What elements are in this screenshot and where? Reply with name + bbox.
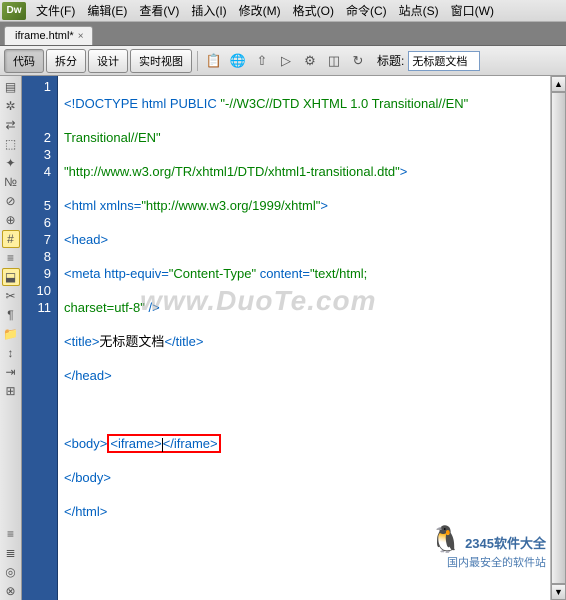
word-wrap-icon[interactable]: # xyxy=(2,230,20,248)
menu-bar: Dw 文件(F) 编辑(E) 查看(V) 插入(I) 修改(M) 格式(O) 命… xyxy=(0,0,566,22)
indent-icon[interactable]: ⇥ xyxy=(2,363,20,381)
design-view-button[interactable]: 设计 xyxy=(88,49,128,73)
menu-modify[interactable]: 修改(M) xyxy=(233,0,287,21)
line-number: 1 xyxy=(22,78,51,95)
file-manage-icon[interactable]: 📋 xyxy=(203,50,225,72)
upload-icon[interactable]: ⇧ xyxy=(251,50,273,72)
line-gutter: 1 2 3 4 5 6 7 8 9 10 11 xyxy=(22,76,58,600)
recent-snippets-icon[interactable]: 📁 xyxy=(2,325,20,343)
menu-file[interactable]: 文件(F) xyxy=(30,0,81,21)
line-number: 10 xyxy=(22,282,51,299)
check-icon[interactable]: ▷ xyxy=(275,50,297,72)
app-logo: Dw xyxy=(2,2,26,20)
menu-window[interactable]: 窗口(W) xyxy=(445,0,500,21)
line-number: 2 xyxy=(22,129,51,146)
line-number: 5 xyxy=(22,197,51,214)
open-docs-icon[interactable]: ▤ xyxy=(2,78,20,96)
close-icon[interactable]: × xyxy=(78,31,84,42)
indent-code-icon[interactable]: ≣ xyxy=(2,544,20,562)
snippets-icon[interactable]: ✂ xyxy=(2,287,20,305)
menu-format[interactable]: 格式(O) xyxy=(287,0,340,21)
hidden-chars-icon[interactable]: ≡ xyxy=(2,249,20,267)
highlight-invalid-icon[interactable]: ⊘ xyxy=(2,192,20,210)
scroll-track[interactable] xyxy=(551,92,566,584)
line-number: 8 xyxy=(22,248,51,265)
line-number: 3 xyxy=(22,146,51,163)
move-css-icon[interactable]: ↕ xyxy=(2,344,20,362)
split-view-button[interactable]: 拆分 xyxy=(46,49,86,73)
line-number: 9 xyxy=(22,265,51,282)
menu-insert[interactable]: 插入(I) xyxy=(185,0,232,21)
refresh-icon[interactable]: ↻ xyxy=(347,50,369,72)
line-number: 6 xyxy=(22,214,51,231)
menu-view[interactable]: 查看(V) xyxy=(133,0,185,21)
comment-icon[interactable]: ¶ xyxy=(2,306,20,324)
line-number xyxy=(22,112,51,129)
preview-icon[interactable]: 🌐 xyxy=(227,50,249,72)
syntax-error-icon[interactable]: ⊕ xyxy=(2,211,20,229)
line-number xyxy=(22,95,51,112)
vertical-scrollbar[interactable]: ▲ ▼ xyxy=(550,76,566,600)
balance-braces-icon[interactable]: ✦ xyxy=(2,154,20,172)
tab-label: iframe.html* xyxy=(15,30,74,42)
toolbar-separator xyxy=(197,51,198,71)
auto-indent-icon[interactable]: ⬓ xyxy=(2,268,20,286)
document-toolbar: 代码 拆分 设计 实时视图 📋 🌐 ⇧ ▷ ⚙ ◫ ↻ 标题: xyxy=(0,46,566,76)
line-number xyxy=(22,180,51,197)
code-view-button[interactable]: 代码 xyxy=(4,49,44,73)
line-number: 11 xyxy=(22,299,51,316)
line-number: 4 xyxy=(22,163,51,180)
menu-commands[interactable]: 命令(C) xyxy=(340,0,393,21)
menu-edit[interactable]: 编辑(E) xyxy=(81,0,133,21)
title-label: 标题: xyxy=(377,52,404,69)
options-icon[interactable]: ⚙ xyxy=(299,50,321,72)
scroll-up-icon[interactable]: ▲ xyxy=(551,76,566,92)
collapse-icon[interactable]: ✲ xyxy=(2,97,20,115)
scroll-down-icon[interactable]: ▼ xyxy=(551,584,566,600)
iframe-highlight: <iframe></iframe> xyxy=(107,434,220,453)
scroll-thumb[interactable] xyxy=(551,92,566,584)
apply-comment-icon[interactable]: ◎ xyxy=(2,563,20,581)
code-editor[interactable]: 1 2 3 4 5 6 7 8 9 10 11 <!DOCTYPE html P… xyxy=(22,76,566,600)
expand-icon[interactable]: ⇄ xyxy=(2,116,20,134)
document-tab[interactable]: iframe.html* × xyxy=(4,26,93,45)
line-numbers-icon[interactable]: № xyxy=(2,173,20,191)
menu-site[interactable]: 站点(S) xyxy=(393,0,445,21)
line-number: 7 xyxy=(22,231,51,248)
code-toolbar: ▤ ✲ ⇄ ⬚ ✦ № ⊘ ⊕ # ≡ ⬓ ✂ ¶ 📁 ↕ ⇥ ⊞ ≡ ≣ ◎ … xyxy=(0,76,22,600)
workspace: ▤ ✲ ⇄ ⬚ ✦ № ⊘ ⊕ # ≡ ⬓ ✂ ¶ 📁 ↕ ⇥ ⊞ ≡ ≣ ◎ … xyxy=(0,76,566,600)
live-view-button[interactable]: 实时视图 xyxy=(130,49,192,73)
document-title-input[interactable] xyxy=(408,51,480,71)
format-icon[interactable]: ⊞ xyxy=(2,382,20,400)
visual-aids-icon[interactable]: ◫ xyxy=(323,50,345,72)
remove-comment-icon[interactable]: ⊗ xyxy=(2,582,20,600)
code-content[interactable]: <!DOCTYPE html PUBLIC "-//W3C//DTD XHTML… xyxy=(58,76,550,600)
select-parent-icon[interactable]: ⬚ xyxy=(2,135,20,153)
outdent-code-icon[interactable]: ≡ xyxy=(2,525,20,543)
document-tab-bar: iframe.html* × xyxy=(0,22,566,46)
